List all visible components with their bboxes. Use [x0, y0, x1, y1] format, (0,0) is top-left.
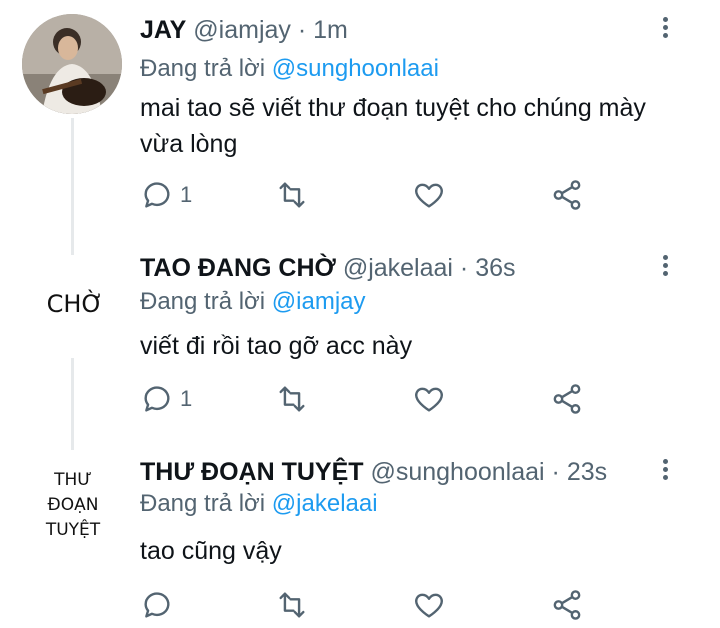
- tweet-text: tao cũng vậy: [140, 537, 282, 565]
- like-button[interactable]: [412, 382, 446, 416]
- tweet-actions: [140, 588, 600, 628]
- retweet-button[interactable]: [275, 382, 309, 416]
- retweet-button[interactable]: [275, 178, 309, 212]
- share-button[interactable]: [550, 382, 584, 416]
- share-button[interactable]: [550, 588, 584, 622]
- tweet-header: JAY @iamjay · 1m: [140, 16, 348, 45]
- share-icon: [553, 590, 581, 620]
- timestamp[interactable]: 1m: [313, 16, 348, 44]
- like-icon: [415, 387, 443, 412]
- tweet-header: THƯ ĐOẠN TUYỆT @sunghoonlaai · 23s: [140, 458, 607, 487]
- user-handle[interactable]: @jakelaai: [343, 254, 453, 282]
- mention-link[interactable]: @jakelaai: [272, 490, 378, 517]
- replying-to: Đang trả lời @iamjay: [140, 288, 366, 316]
- more-options-icon[interactable]: [655, 252, 675, 282]
- more-options-icon[interactable]: [655, 456, 675, 486]
- tweet-header: TAO ĐANG CHỜ @jakelaai · 36s: [140, 254, 516, 283]
- tweet[interactable]: CHỜ TAO ĐANG CHỜ @jakelaai · 36s Đang tr…: [0, 240, 720, 450]
- tweet-actions: 1: [140, 382, 600, 422]
- tweet-text: mai tao sẽ viết thư đoạn tuyệt cho chúng…: [140, 94, 646, 158]
- more-options-icon[interactable]: [655, 14, 675, 44]
- retweet-icon: [279, 386, 305, 412]
- tweet-text: viết đi rồi tao gỡ acc này: [140, 332, 413, 360]
- display-name[interactable]: TAO ĐANG CHỜ: [140, 254, 336, 282]
- replying-to-label: Đang trả lời: [140, 55, 266, 82]
- user-handle[interactable]: @sunghoonlaai: [370, 458, 544, 486]
- reply-button[interactable]: 1: [140, 178, 192, 212]
- share-icon: [553, 384, 581, 414]
- replying-to-label: Đang trả lời: [140, 288, 266, 315]
- avatar[interactable]: CHỜ: [30, 290, 120, 318]
- timestamp[interactable]: 36s: [475, 254, 515, 282]
- replying-to: Đang trả lời @jakelaai: [140, 490, 378, 518]
- reply-icon: [144, 182, 170, 208]
- reply-count: 1: [180, 182, 193, 207]
- reply-button[interactable]: 1: [140, 382, 192, 416]
- replying-to-label: Đang trả lời: [140, 490, 266, 517]
- like-button[interactable]: [412, 588, 446, 622]
- reply-button[interactable]: [140, 588, 180, 622]
- thread-line: [71, 118, 74, 240]
- retweet-icon: [279, 182, 305, 208]
- replying-to: Đang trả lời @sunghoonlaai: [140, 55, 439, 83]
- like-icon: [415, 593, 443, 618]
- retweet-button[interactable]: [275, 588, 309, 622]
- thread-line: [71, 358, 74, 450]
- thread-line: [71, 240, 74, 255]
- avatar[interactable]: [22, 14, 122, 114]
- avatar-photo-icon: [22, 14, 122, 114]
- avatar[interactable]: THƯ ĐOẠN TUYỆT: [38, 468, 108, 543]
- mention-link[interactable]: @iamjay: [272, 288, 366, 315]
- retweet-icon: [279, 592, 305, 618]
- timestamp[interactable]: 23s: [567, 458, 607, 486]
- like-icon: [415, 183, 443, 208]
- reply-icon: [144, 592, 170, 618]
- reply-icon: [144, 386, 170, 412]
- separator: ·: [459, 254, 469, 282]
- mention-link[interactable]: @sunghoonlaai: [272, 55, 439, 82]
- tweet-actions: 1: [140, 178, 600, 218]
- separator: ·: [297, 16, 307, 44]
- reply-count: 1: [180, 386, 193, 411]
- tweet[interactable]: THƯ ĐOẠN TUYỆT THƯ ĐOẠN TUYỆT @sunghoonl…: [0, 450, 720, 620]
- user-handle[interactable]: @iamjay: [193, 16, 291, 44]
- display-name[interactable]: THƯ ĐOẠN TUYỆT: [140, 458, 364, 486]
- share-icon: [553, 180, 581, 210]
- share-button[interactable]: [550, 178, 584, 212]
- separator: ·: [551, 458, 560, 486]
- like-button[interactable]: [412, 178, 446, 212]
- tweet[interactable]: JAY @iamjay · 1m Đang trả lời @sunghoonl…: [0, 0, 720, 240]
- display-name[interactable]: JAY: [140, 16, 186, 44]
